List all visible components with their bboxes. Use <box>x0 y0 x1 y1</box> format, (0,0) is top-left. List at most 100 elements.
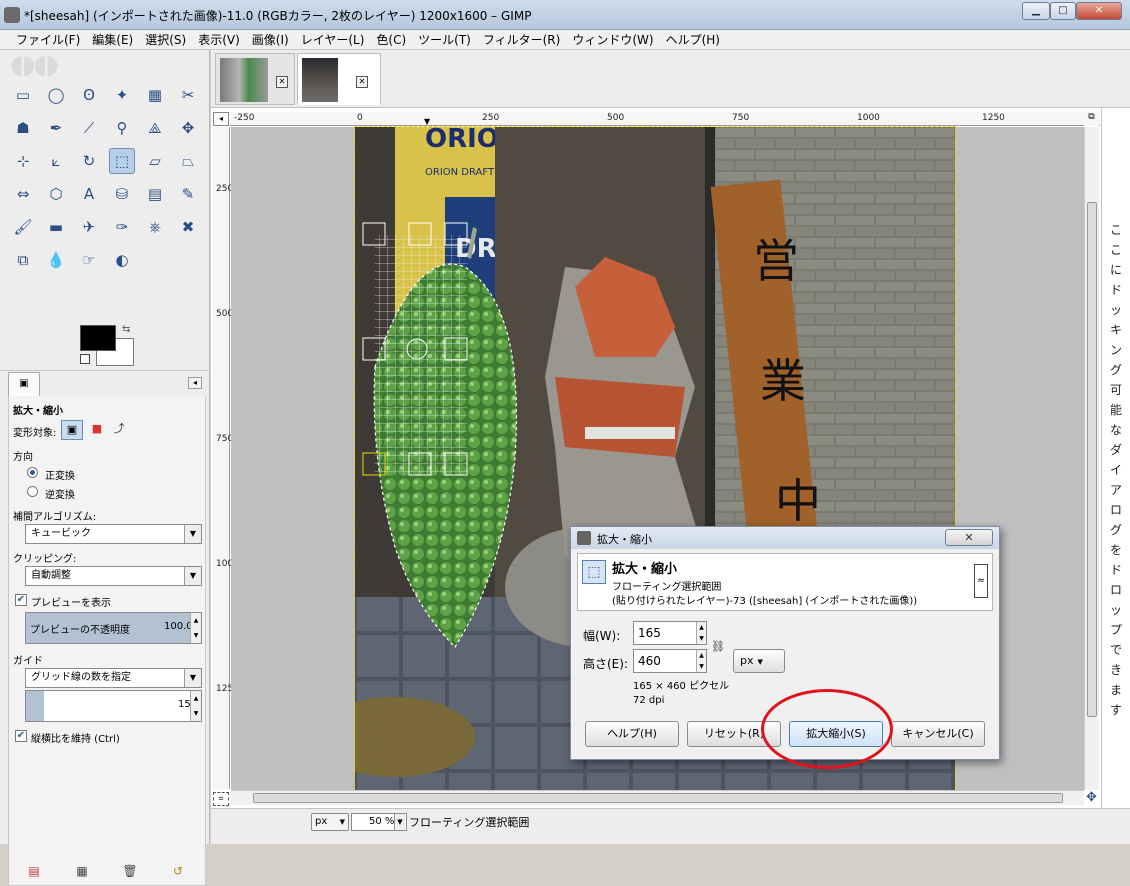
unit-dropdown[interactable]: px ▼ <box>733 649 785 673</box>
foreground-color[interactable] <box>80 325 116 351</box>
airbrush-icon[interactable]: ✈ <box>76 214 102 240</box>
backward-radio[interactable] <box>27 486 38 497</box>
quick-mask-icon[interactable]: ◂ <box>213 112 229 126</box>
clipping-select[interactable]: 自動調整 ▼ <box>25 566 202 586</box>
width-stepper[interactable]: ▲ ▼ <box>696 622 706 644</box>
free-select-icon[interactable]: ʘ <box>76 82 102 108</box>
ellipse-select-icon[interactable]: ◯ <box>43 82 69 108</box>
perspective-clone-icon[interactable]: ⧉ <box>10 247 36 273</box>
height-input[interactable]: 460 ▲ ▼ <box>633 649 707 673</box>
eraser-icon[interactable]: ▬ <box>43 214 69 240</box>
rotate-icon[interactable]: ↻ <box>76 148 102 174</box>
scrollbar-thumb[interactable] <box>1087 202 1097 717</box>
gradient-icon[interactable]: ▤ <box>142 181 168 207</box>
scale-button[interactable]: 拡大縮小(S) <box>789 721 883 747</box>
zoom-follow-icon[interactable]: ⧉ <box>1084 112 1099 126</box>
preview-checkbox[interactable]: ✔ <box>15 594 27 606</box>
scrollbar-thumb[interactable] <box>253 793 1063 803</box>
reset-button[interactable]: リセット(R) <box>687 721 781 747</box>
minimize-button[interactable]: ▁ <box>1022 2 1050 20</box>
menu-layer[interactable]: レイヤー(L) <box>295 30 371 48</box>
transform-layer-icon[interactable]: ▣ <box>61 420 83 440</box>
svg-text:中: 中 <box>775 474 821 528</box>
unit-select[interactable]: px ▼ <box>311 813 349 831</box>
vertical-scrollbar[interactable] <box>1084 127 1099 790</box>
ink-icon[interactable]: ✑ <box>109 214 135 240</box>
navigate-icon[interactable]: ✥ <box>1084 790 1099 805</box>
guide-select[interactable]: グリッド線の数を指定 ▼ <box>25 668 202 688</box>
menu-tools[interactable]: ツール(T) <box>412 30 477 48</box>
interpolation-select[interactable]: キュービック ▼ <box>25 524 202 544</box>
dialog-unit-value: px <box>740 654 754 667</box>
save-options-icon[interactable]: ▤ <box>26 864 42 880</box>
paintbrush-icon[interactable]: 🖌 <box>10 214 36 240</box>
flip-icon[interactable]: ⇔ <box>10 181 36 207</box>
cage-icon[interactable]: ⬡ <box>43 181 69 207</box>
dodge-burn-icon[interactable]: ◐ <box>109 247 135 273</box>
menu-image[interactable]: 画像(I) <box>246 30 295 48</box>
image-tabs: ✕ ✕ <box>211 50 1130 108</box>
close-icon[interactable]: ✕ <box>276 76 288 88</box>
tool-options-tab[interactable]: ▣ <box>8 372 40 396</box>
restore-options-icon[interactable]: ▦ <box>74 864 90 880</box>
close-button[interactable]: ✕ <box>1076 2 1122 20</box>
zoom-select[interactable]: 50 % ▼ <box>351 813 407 831</box>
fuzzy-select-icon[interactable]: ✦ <box>109 82 135 108</box>
shear-icon[interactable]: ▱ <box>142 148 168 174</box>
chain-link-icon[interactable]: ⛓ <box>711 623 725 671</box>
color-select-icon[interactable]: ▦ <box>142 82 168 108</box>
scale-icon[interactable]: ⬚ <box>109 148 135 174</box>
corner-toggle-icon[interactable]: ⌗ <box>213 792 229 806</box>
foreground-select-icon[interactable]: ☗ <box>10 115 36 141</box>
opacity-stepper[interactable]: ▲ ▼ <box>190 613 201 643</box>
menu-view[interactable]: 表示(V) <box>192 30 246 48</box>
align-icon[interactable]: ⊹ <box>10 148 36 174</box>
move-icon[interactable]: ✥ <box>175 115 201 141</box>
width-input[interactable]: 165 ▲ ▼ <box>633 621 707 645</box>
transform-selection-icon[interactable]: ■ <box>87 420 107 440</box>
heal-icon[interactable]: ✖ <box>175 214 201 240</box>
reset-options-icon[interactable]: ↺ <box>170 864 186 880</box>
maximize-button[interactable]: □ <box>1050 2 1076 20</box>
menu-windows[interactable]: ウィンドウ(W) <box>566 30 659 48</box>
zoom-icon[interactable]: ⚲ <box>109 115 135 141</box>
image-tab-2[interactable]: ✕ <box>297 53 381 105</box>
menu-colors[interactable]: 色(C) <box>370 30 412 48</box>
swap-colors-icon[interactable]: ⇆ <box>122 324 130 335</box>
image-tab-1[interactable]: ✕ <box>215 53 295 105</box>
scissors-icon[interactable]: ✂ <box>175 82 201 108</box>
menu-edit[interactable]: 編集(E) <box>86 30 139 48</box>
reset-colors-icon[interactable] <box>80 354 90 364</box>
horizontal-scrollbar[interactable] <box>231 790 1084 805</box>
grid-count-slider[interactable]: 15 ▲ ▼ <box>25 690 202 722</box>
bucket-fill-icon[interactable]: ⛁ <box>109 181 135 207</box>
pencil-icon[interactable]: ✎ <box>175 181 201 207</box>
paths-icon[interactable]: ✒ <box>43 115 69 141</box>
delete-options-icon[interactable]: 🗑 <box>122 864 138 880</box>
cancel-button[interactable]: キャンセル(C) <box>891 721 985 747</box>
perspective-icon[interactable]: ⏢ <box>175 148 201 174</box>
tab-menu-icon[interactable]: ◂ <box>188 377 202 389</box>
transform-path-icon[interactable]: ⤴ <box>109 420 129 440</box>
keep-aspect-checkbox[interactable]: ✔ <box>15 730 27 742</box>
crop-icon[interactable]: ⟀ <box>43 148 69 174</box>
opacity-slider[interactable]: プレビューの不透明度 100.0 ▲ ▼ <box>25 612 202 644</box>
height-stepper[interactable]: ▲ ▼ <box>696 650 706 672</box>
close-icon[interactable]: ✕ <box>356 76 368 88</box>
grid-count-stepper[interactable]: ▲ ▼ <box>190 691 201 721</box>
help-button[interactable]: ヘルプ(H) <box>585 721 679 747</box>
ruler-tick: 500 <box>607 113 625 123</box>
menu-help[interactable]: ヘルプ(H) <box>660 30 726 48</box>
measure-icon[interactable]: ⟁ <box>142 115 168 141</box>
menu-select[interactable]: 選択(S) <box>139 30 192 48</box>
smudge-icon[interactable]: ☞ <box>76 247 102 273</box>
dialog-close-button[interactable]: ✕ <box>945 529 993 546</box>
forward-radio[interactable] <box>27 467 38 478</box>
text-icon[interactable]: A <box>76 181 102 207</box>
clone-icon[interactable]: ⎈ <box>142 214 168 240</box>
color-picker-icon[interactable]: ⟋ <box>76 115 102 141</box>
blur-icon[interactable]: 💧 <box>43 247 69 273</box>
rect-select-icon[interactable]: ▭ <box>10 82 36 108</box>
menu-file[interactable]: ファイル(F) <box>10 30 86 48</box>
menu-filters[interactable]: フィルター(R) <box>477 30 566 48</box>
